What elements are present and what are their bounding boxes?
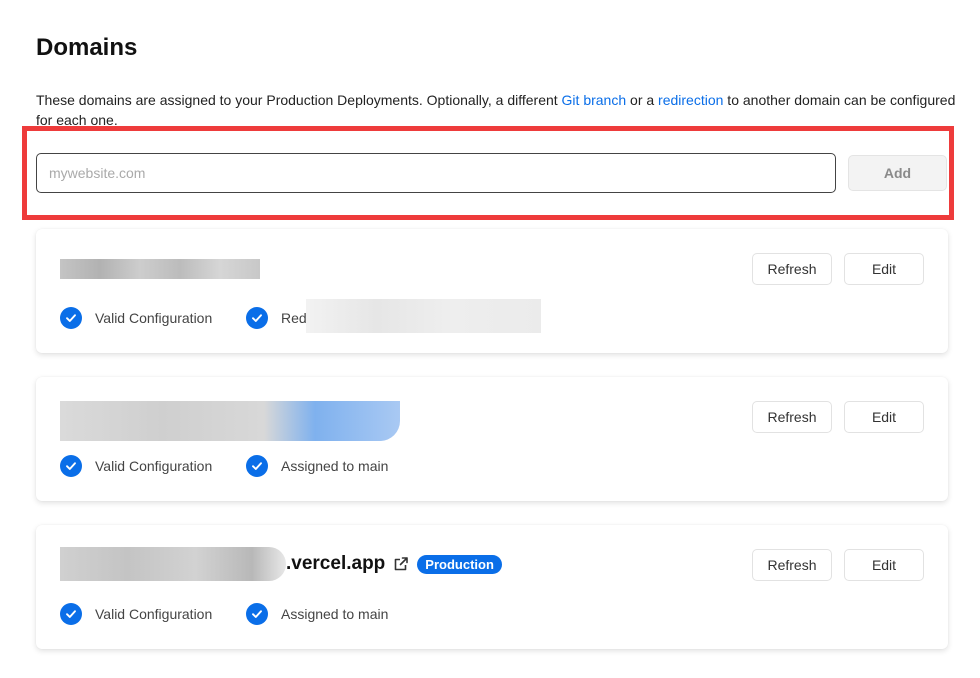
redacted-domain-name bbox=[60, 547, 286, 581]
status-label: Valid Configuration bbox=[95, 458, 213, 474]
domain-card: Refresh Edit Valid Configuration Red bbox=[36, 229, 948, 353]
add-domain-button[interactable]: Add bbox=[848, 155, 947, 191]
domain-card: Refresh Edit Valid Configuration Assigne… bbox=[36, 377, 948, 501]
refresh-button[interactable]: Refresh bbox=[752, 549, 832, 581]
check-circle-icon bbox=[246, 455, 268, 477]
status-valid-configuration: Valid Configuration bbox=[60, 603, 212, 625]
status-label: Valid Configuration bbox=[95, 606, 213, 622]
git-branch-link[interactable]: Git branch bbox=[562, 92, 627, 108]
refresh-button[interactable]: Refresh bbox=[752, 401, 832, 433]
status-label: Valid Configuration bbox=[95, 310, 213, 326]
status-assigned: Assigned to main bbox=[246, 455, 388, 477]
refresh-button[interactable]: Refresh bbox=[752, 253, 832, 285]
redacted-redirect-target bbox=[306, 299, 541, 333]
domain-card: .vercel.app Production Refresh Edit Vali… bbox=[36, 525, 948, 649]
check-circle-icon bbox=[60, 455, 82, 477]
check-circle-icon bbox=[60, 603, 82, 625]
production-badge: Production bbox=[417, 554, 502, 574]
status-label: Assigned to main bbox=[281, 606, 389, 622]
description-text-1: These domains are assigned to your Produ… bbox=[36, 92, 562, 108]
domain-name: .vercel.app Production bbox=[286, 553, 502, 575]
status-redirect: Red bbox=[246, 307, 307, 329]
edit-button[interactable]: Edit bbox=[844, 549, 924, 581]
edit-button[interactable]: Edit bbox=[844, 401, 924, 433]
redacted-domain-name bbox=[60, 401, 400, 441]
status-label: Assigned to main bbox=[281, 458, 389, 474]
page-title: Domains bbox=[36, 34, 138, 61]
status-valid-configuration: Valid Configuration bbox=[60, 307, 212, 329]
domain-input[interactable] bbox=[36, 153, 836, 193]
domain-name-text[interactable]: .vercel.app bbox=[286, 553, 385, 575]
redirection-link[interactable]: redirection bbox=[658, 92, 723, 108]
description-text-2: or a bbox=[626, 92, 659, 108]
status-label: Red bbox=[281, 310, 307, 326]
page-description: These domains are assigned to your Produ… bbox=[36, 90, 956, 130]
edit-button[interactable]: Edit bbox=[844, 253, 924, 285]
check-circle-icon bbox=[246, 603, 268, 625]
redacted-domain-name bbox=[60, 259, 260, 279]
status-assigned: Assigned to main bbox=[246, 603, 388, 625]
external-link-icon[interactable] bbox=[393, 556, 409, 572]
status-valid-configuration: Valid Configuration bbox=[60, 455, 212, 477]
check-circle-icon bbox=[246, 307, 268, 329]
check-circle-icon bbox=[60, 307, 82, 329]
